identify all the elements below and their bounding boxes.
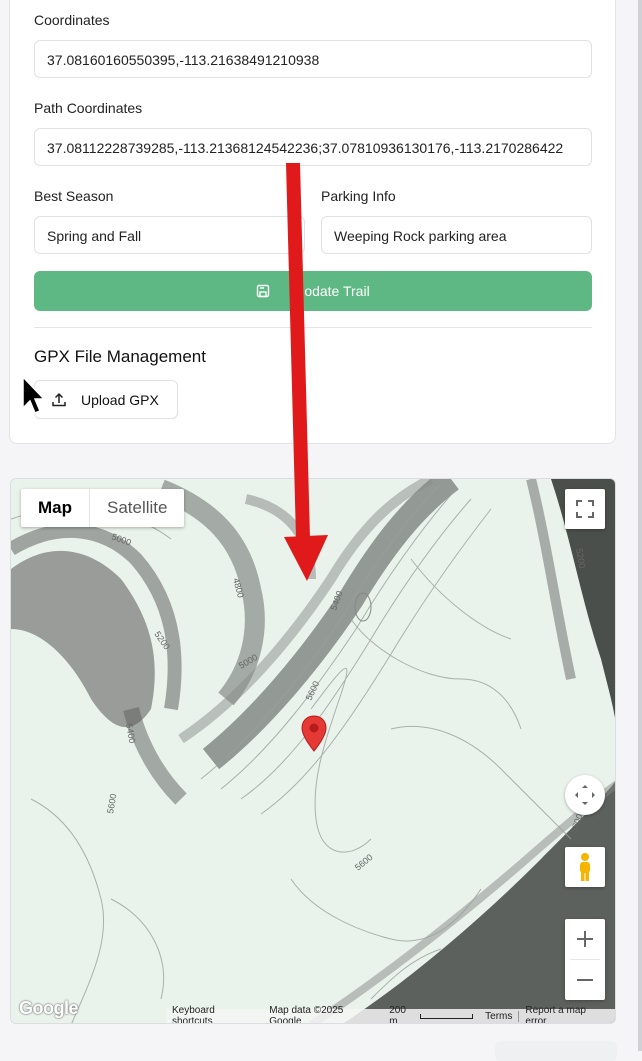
page-scrollbar[interactable] — [638, 0, 642, 1051]
zoom-out-icon — [577, 979, 593, 981]
section-divider — [34, 327, 592, 328]
map-type-satellite-button[interactable]: Satellite — [89, 489, 184, 527]
report-map-error-link[interactable]: Report a map error — [519, 1005, 615, 1023]
bottom-action-button[interactable] — [495, 1041, 617, 1061]
map-type-map-button[interactable]: Map — [21, 489, 89, 527]
cursor-icon — [22, 376, 45, 414]
map-type-control: Map Satellite — [21, 489, 185, 527]
terms-link[interactable]: Terms — [479, 1010, 520, 1022]
coordinates-input[interactable]: 37.08160160550395,-113.21638491210938 — [34, 40, 592, 78]
gpx-section-title: GPX File Management — [34, 347, 206, 366]
zoom-in-button[interactable] — [565, 919, 605, 959]
update-trail-button[interactable]: odate Trail — [34, 271, 592, 311]
upload-icon — [51, 392, 67, 408]
upload-gpx-button[interactable]: Upload GPX — [34, 380, 178, 419]
map-scale[interactable]: 200 m — [383, 1005, 479, 1024]
path-coordinates-label: Path Coordinates — [34, 100, 143, 116]
parking-info-label: Parking Info — [321, 188, 396, 204]
map-footer: Keyboard shortcuts Map data ©2025 Google… — [166, 1005, 615, 1023]
coordinates-label: Coordinates — [34, 12, 110, 28]
save-icon — [256, 284, 270, 298]
fullscreen-button[interactable] — [565, 489, 605, 529]
zoom-control — [565, 919, 605, 1000]
parking-info-input[interactable]: Weeping Rock parking area — [321, 216, 592, 254]
map-data-text: Map data ©2025 Google — [269, 1005, 344, 1024]
map-scale-label: 200 m — [389, 1005, 406, 1024]
update-trail-label: odate Trail — [304, 283, 370, 299]
google-logo: Google — [19, 998, 79, 1018]
camera-control-icon — [575, 785, 595, 805]
keyboard-shortcuts-link[interactable]: Keyboard shortcuts — [166, 1005, 263, 1023]
street-view-button[interactable] — [565, 847, 605, 887]
zoom-in-icon — [577, 931, 593, 947]
fullscreen-icon — [576, 500, 594, 518]
best-season-label: Best Season — [34, 188, 114, 204]
best-season-input[interactable]: Spring and Fall — [34, 216, 305, 254]
zoom-out-button[interactable] — [565, 960, 605, 1000]
upload-gpx-label: Upload GPX — [81, 391, 159, 408]
map-marker-icon[interactable] — [301, 715, 327, 758]
map-scale-bar — [419, 1013, 474, 1019]
path-coordinates-input[interactable]: 37.08112228739285,-113.21368124542236;37… — [34, 128, 592, 166]
camera-control-button[interactable] — [565, 775, 605, 815]
map-container[interactable]: 5000 4800 5200 5000 5400 5400 5600 5600 … — [10, 478, 616, 1024]
pegman-icon — [580, 853, 590, 881]
